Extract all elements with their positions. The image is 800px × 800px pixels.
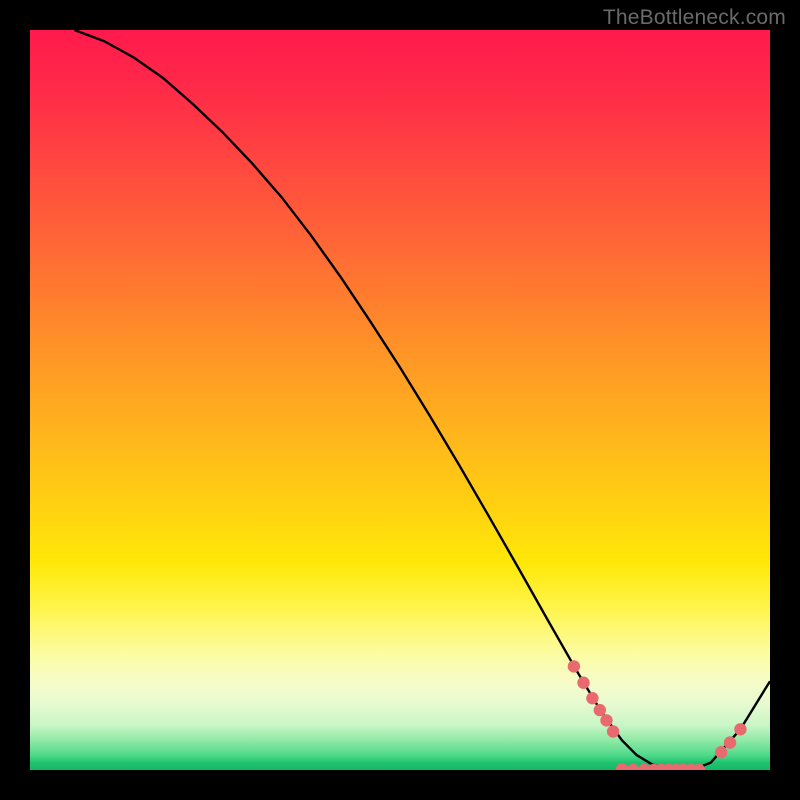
marker-dot — [586, 692, 598, 704]
marker-dot — [607, 725, 619, 737]
curve-layer — [30, 30, 770, 770]
marker-dot — [627, 764, 639, 770]
chart-frame: TheBottleneck.com — [0, 0, 800, 800]
marker-dot — [594, 704, 606, 716]
marker-dot — [715, 746, 727, 758]
marker-dot — [734, 723, 746, 735]
marker-dot — [724, 736, 736, 748]
marker-dot — [616, 763, 628, 770]
marker-dot — [600, 714, 612, 726]
curve-markers — [568, 660, 747, 770]
plot-area — [30, 30, 770, 770]
marker-dot — [568, 660, 580, 672]
marker-dot — [577, 677, 589, 689]
watermark-text: TheBottleneck.com — [603, 6, 786, 30]
bottleneck-curve — [74, 30, 770, 770]
